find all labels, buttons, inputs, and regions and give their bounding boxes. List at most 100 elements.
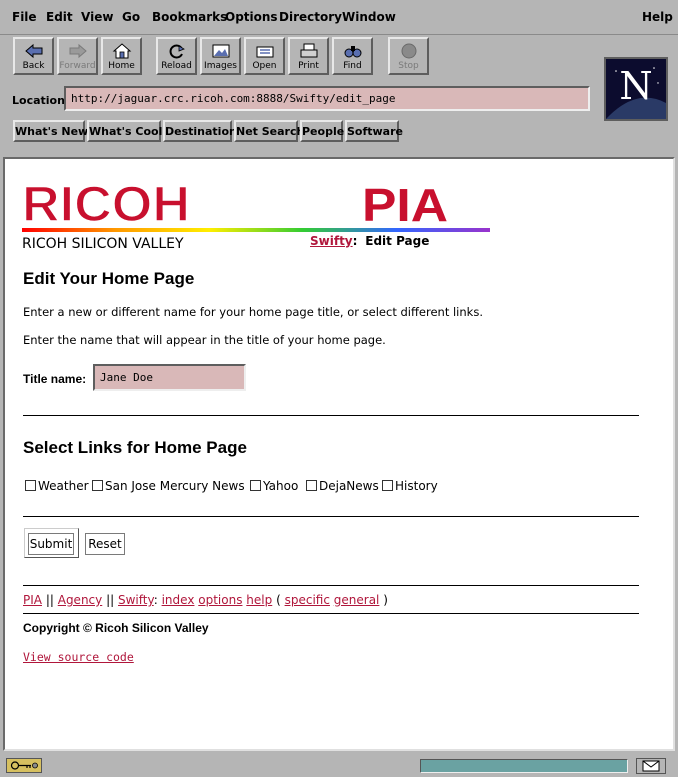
people-button[interactable]: People [300,120,344,142]
netscape-n-icon: N [606,64,666,119]
instruction-text: Enter the name that will appear in the t… [23,333,386,347]
yahoo-option[interactable]: Yahoo [250,479,298,493]
svg-text:N: N [619,64,652,108]
pia-link[interactable]: PIA [23,593,42,607]
reset-button[interactable]: Reset [85,533,125,555]
mail-envelope-icon [642,760,660,772]
menu-edit[interactable]: Edit [46,10,73,24]
breadcrumb-separator: : [352,234,358,248]
back-arrow-icon [24,43,42,59]
menu-view[interactable]: View [81,10,113,24]
menu-file[interactable]: File [12,10,37,24]
pia-logo: PIA [362,179,448,225]
print-label: Print [298,61,319,71]
netscape-logo: N [604,57,668,121]
yahoo-option-label: Yahoo [263,479,299,493]
footer-paren-close: ) [383,593,388,607]
location-url-field[interactable]: http://jaguar.crc.ricoh.com:8888/Swifty/… [64,86,590,111]
history-checkbox[interactable] [382,480,393,491]
status-bar [0,753,678,777]
options-link[interactable]: options [198,593,242,607]
stop-label: Stop [398,61,419,71]
copyright-text: Copyright © Ricoh Silicon Valley [23,621,209,635]
general-link[interactable]: general [334,593,380,607]
index-link[interactable]: index [162,593,195,607]
page-title: Edit Your Home Page [23,269,195,288]
ricoh-logo: RICOH [22,179,191,225]
menu-bookmarks[interactable]: Bookmarks [152,10,227,24]
title-name-input[interactable]: Jane Doe [93,364,246,391]
weather-option[interactable]: Weather [25,479,89,493]
stop-button[interactable]: Stop [388,37,429,75]
yahoo-checkbox[interactable] [250,480,261,491]
printer-icon [300,43,317,58]
menu-directory[interactable]: Directory [279,10,342,24]
footer-nav: PIA || Agency || Swifty: index options h… [23,593,388,607]
intro-text: Enter a new or different name for your h… [23,305,483,319]
forward-arrow-icon [69,43,87,59]
divider-1 [23,415,639,416]
dejanews-option[interactable]: DejaNews [306,479,379,493]
mercury-news-checkbox[interactable] [92,480,103,491]
software-button[interactable]: Software [345,120,403,142]
help-link[interactable]: help [246,593,272,607]
footer-separator: || [106,593,115,607]
dejanews-checkbox[interactable] [306,480,317,491]
divider-2 [23,516,639,517]
footer-separator: || [45,593,54,607]
open-button[interactable]: Open [244,37,285,75]
menu-go[interactable]: Go [122,10,140,24]
footer-colon: : [153,593,158,607]
menu-help[interactable]: Help [642,10,673,24]
mercury-news-option[interactable]: San Jose Mercury News [92,479,245,493]
company-name: RICOH SILICON VALLEY [22,236,184,252]
menu-options[interactable]: Options [225,10,278,24]
divider-4 [23,613,639,614]
weather-option-label: Weather [38,479,89,493]
directory-buttons: What's New? What's Cool? Destinations Ne… [0,120,600,144]
menu-window[interactable]: Window [342,10,396,24]
history-option-label: History [395,479,438,493]
whats-new-button[interactable]: What's New? [13,120,95,142]
view-source-link[interactable]: View source code [23,650,134,664]
navigation-toolbar: Back Forward Home Reload Images Open Pri… [0,35,600,81]
mail-button[interactable] [636,758,666,774]
find-button[interactable]: Find [332,37,373,75]
progress-bar [420,759,628,773]
submit-button[interactable]: Submit [28,533,74,555]
key-icon [10,761,38,770]
location-bar: Location: http://jaguar.crc.ricoh.com:88… [0,84,600,112]
pia-logo-text: PIA [362,179,448,225]
whats-cool-button[interactable]: What's Cool? [87,120,169,142]
weather-checkbox[interactable] [25,480,36,491]
print-button[interactable]: Print [288,37,329,75]
open-icon [256,46,273,58]
back-button[interactable]: Back [13,37,54,75]
security-key-icon [6,758,42,773]
reload-button[interactable]: Reload [156,37,197,75]
agency-link[interactable]: Agency [58,593,103,607]
swifty-breadcrumb-link[interactable]: Swifty [310,234,353,248]
breadcrumb: Swifty: Edit Page [310,234,429,248]
destinations-button[interactable]: Destinations [163,120,243,142]
page-content: RICOH PIA RICOH SILICON VALLEY Swifty: E… [3,157,675,751]
history-option[interactable]: History [382,479,438,493]
reload-icon [169,44,185,59]
home-label: Home [108,61,135,71]
specific-link[interactable]: specific [285,593,330,607]
dejanews-option-label: DejaNews [319,479,379,493]
links-heading: Select Links for Home Page [23,438,247,457]
images-button[interactable]: Images [200,37,241,75]
swifty-link[interactable]: Swifty [118,593,154,607]
divider-3 [23,585,639,586]
ricoh-logo-text: RICOH [22,179,190,225]
reload-label[interactable]: Reload [158,61,195,71]
images-label: Images [204,61,237,71]
stop-icon [401,43,416,59]
forward-label: Forward [59,61,96,71]
net-search-button[interactable]: Net Search [234,120,304,142]
menu-bar: File Edit View Go Bookmarks Options Dire… [0,0,678,35]
mercury-news-option-label: San Jose Mercury News [105,479,245,493]
home-button[interactable]: Home [101,37,142,75]
forward-button[interactable]: Forward [57,37,98,75]
